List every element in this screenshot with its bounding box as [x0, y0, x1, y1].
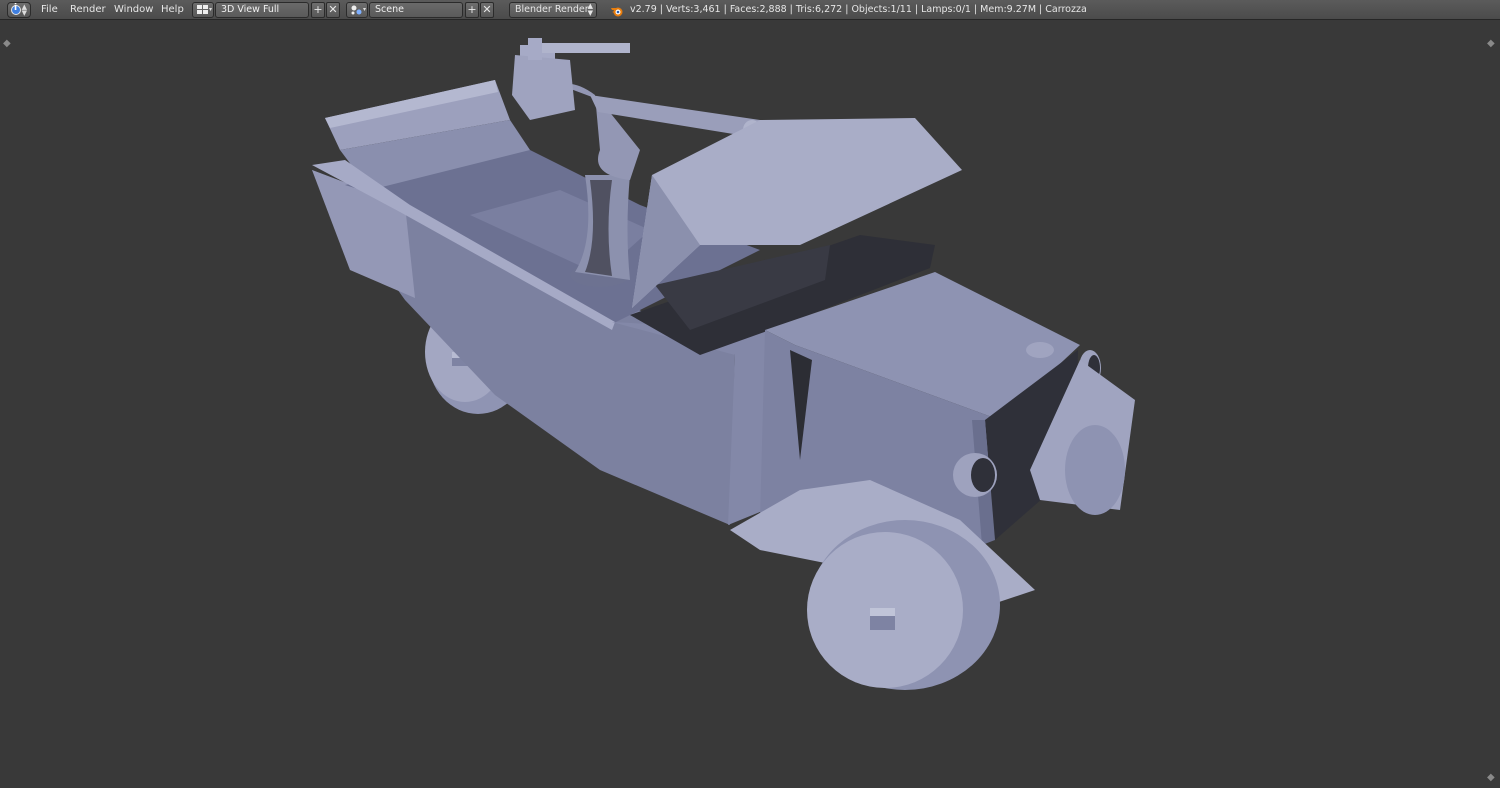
blender-logo-icon [611, 7, 623, 17]
scene-statistics: v2.79 | Verts:3,461 | Faces:2,888 | Tris… [630, 4, 1087, 15]
screen-layout-name-field[interactable]: 3D View Full [215, 2, 309, 18]
add-screen-button[interactable]: + [311, 2, 325, 18]
menu-file[interactable]: File [41, 4, 58, 20]
radiator-cap [1026, 342, 1054, 358]
remove-scene-button[interactable]: ✕ [480, 2, 494, 18]
editor-type-button[interactable]: ▲▼ [7, 2, 31, 18]
info-icon [11, 3, 21, 15]
svg-text:▾: ▾ [363, 6, 366, 13]
menu-help[interactable]: Help [161, 4, 184, 20]
info-header: ▲▼ File Render Window Help ▾ 3D View Ful… [0, 0, 1500, 20]
menu-window[interactable]: Window [114, 4, 153, 20]
updown-arrows-icon: ▲ ▼ [21, 3, 27, 17]
updown-arrows-icon: ▲ ▼ [587, 2, 593, 17]
right-front-wheel [1065, 425, 1125, 515]
screen-layout-selector[interactable]: ▾ [192, 2, 214, 18]
render-engine-label: Blender Render [515, 4, 589, 15]
armored-car-model[interactable] [0, 20, 1500, 788]
scene-icon: ▾ [351, 5, 366, 15]
add-scene-button[interactable]: + [465, 2, 479, 18]
remove-screen-button[interactable]: ✕ [326, 2, 340, 18]
scene-name-field[interactable]: Scene [369, 2, 463, 18]
3d-viewport[interactable]: ◆ ◆ ◆ [0, 20, 1500, 788]
menu-render[interactable]: Render [70, 4, 106, 20]
screen-layout-icon: ▾ [197, 5, 212, 14]
svg-text:▾: ▾ [209, 6, 212, 13]
render-engine-dropdown[interactable]: Blender Render ▲ ▼ [509, 2, 597, 18]
scene-selector[interactable]: ▾ [346, 2, 368, 18]
